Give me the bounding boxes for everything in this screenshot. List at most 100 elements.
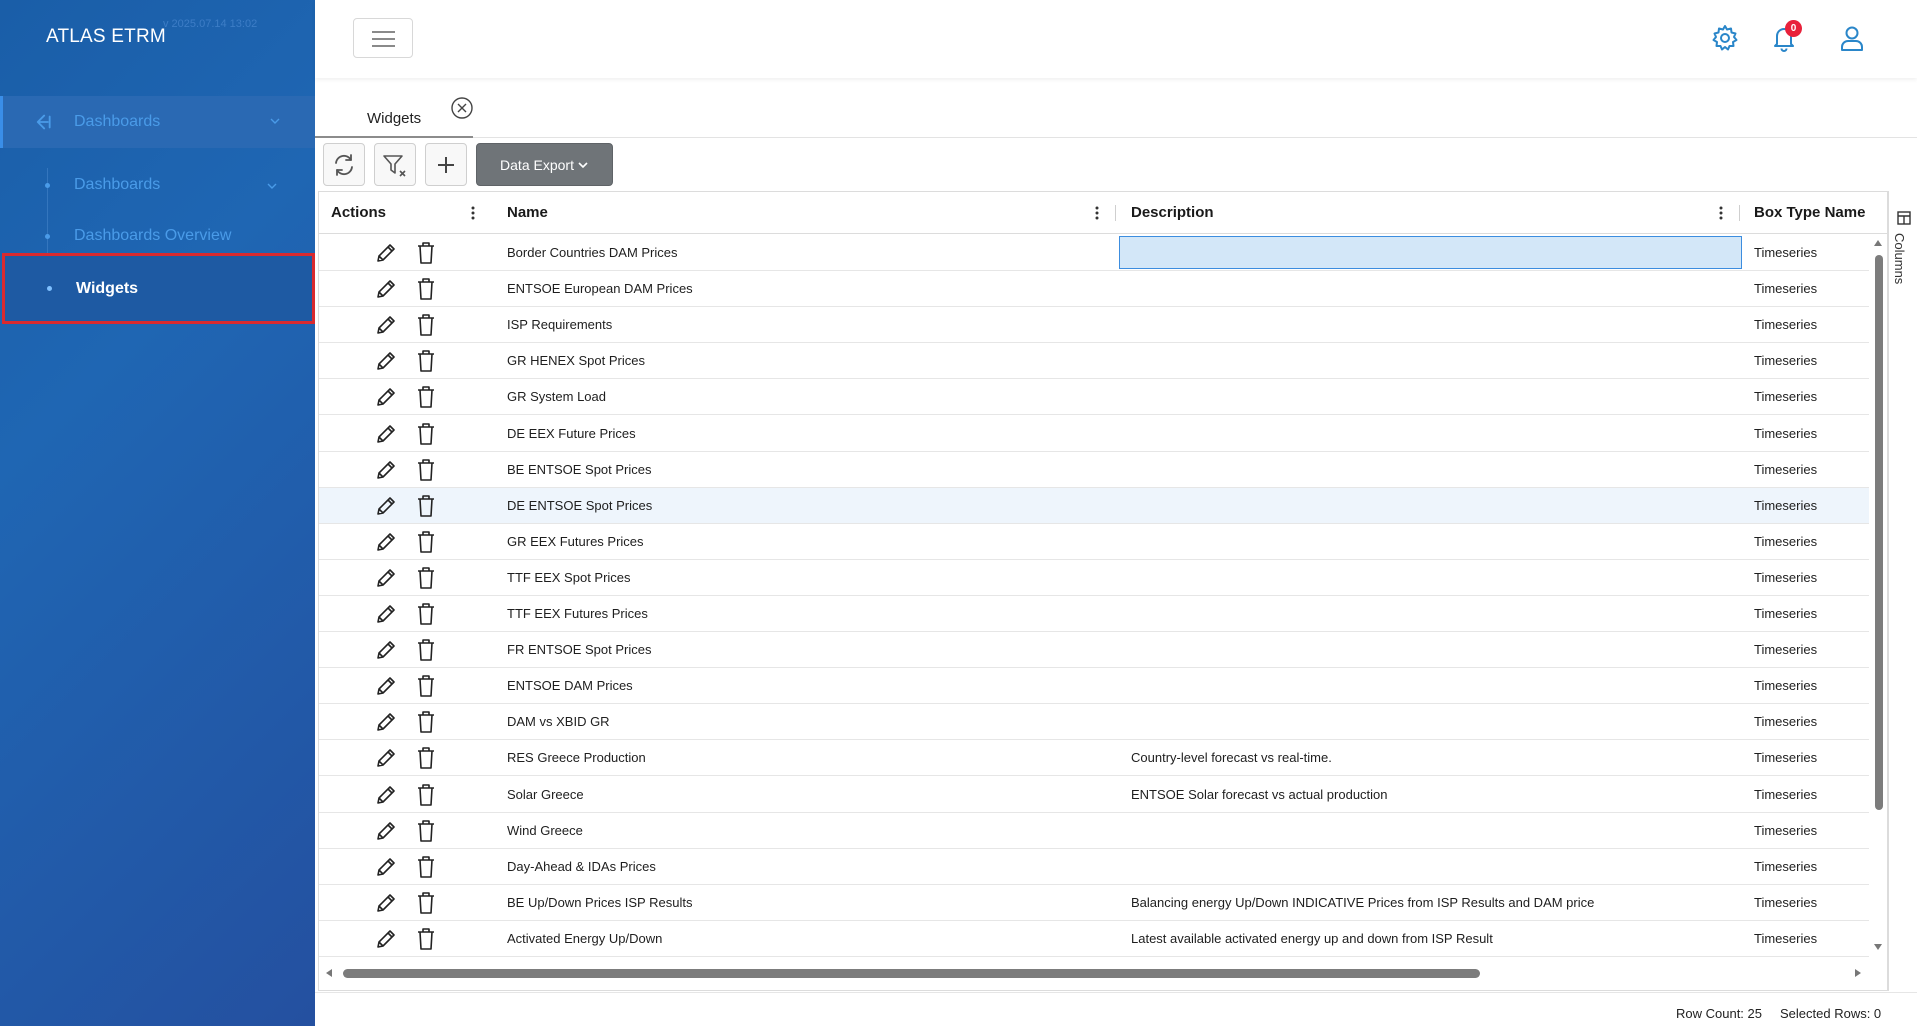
column-header-actions[interactable]: Actions (331, 192, 386, 234)
add-widget-button[interactable] (425, 143, 467, 186)
delete-trash-icon[interactable] (416, 313, 436, 337)
edit-pencil-icon[interactable] (374, 458, 398, 482)
sidebar-section-dashboards[interactable]: Dashboards (0, 96, 315, 148)
delete-trash-icon[interactable] (416, 385, 436, 409)
table-row[interactable]: Activated Energy Up/Down Latest available… (319, 921, 1869, 957)
table-row[interactable]: Border Countries DAM Prices Timeseries (319, 235, 1869, 271)
table-row[interactable]: TTF EEX Spot Prices Timeseries (319, 560, 1869, 596)
cell-name: TTF EEX Spot Prices (507, 569, 631, 585)
cell-box-type-name: Timeseries (1754, 389, 1818, 405)
edit-pencil-icon[interactable] (374, 385, 398, 409)
horizontal-scrollbar[interactable] (319, 962, 1869, 984)
table-row[interactable]: GR EEX Futures Prices Timeseries (319, 524, 1869, 560)
scroll-right-arrow-icon[interactable] (1854, 968, 1862, 978)
edit-pencil-icon[interactable] (374, 819, 398, 843)
cell-box-type-name: Timeseries (1754, 353, 1818, 369)
edit-pencil-icon[interactable] (374, 241, 398, 265)
table-row[interactable]: TTF EEX Futures Prices Timeseries (319, 596, 1869, 632)
delete-trash-icon[interactable] (416, 710, 436, 734)
vertical-scroll-thumb[interactable] (1875, 255, 1883, 810)
table-row[interactable]: FR ENTSOE Spot Prices Timeseries (319, 632, 1869, 669)
focused-description-cell[interactable] (1119, 236, 1742, 269)
edit-pencil-icon[interactable] (374, 530, 398, 554)
table-row[interactable]: DE ENTSOE Spot Prices Timeseries (319, 487, 1869, 524)
settings-gear-icon[interactable] (1710, 23, 1740, 53)
column-menu-icon[interactable] (471, 205, 475, 221)
delete-trash-icon[interactable] (416, 277, 436, 301)
table-row[interactable]: DE EEX Future Prices Timeseries (319, 416, 1869, 452)
table-row[interactable]: GR HENEX Spot Prices Timeseries (319, 343, 1869, 380)
delete-trash-icon[interactable] (416, 422, 436, 446)
edit-pencil-icon[interactable] (374, 746, 398, 770)
menu-toggle-button[interactable] (353, 18, 413, 58)
delete-trash-icon[interactable] (416, 349, 436, 373)
column-menu-icon[interactable] (1719, 205, 1723, 221)
edit-pencil-icon[interactable] (374, 422, 398, 446)
clear-filters-button[interactable] (374, 143, 416, 186)
table-row[interactable]: ENTSOE DAM Prices Timeseries (319, 668, 1869, 705)
delete-trash-icon[interactable] (416, 241, 436, 265)
table-row[interactable]: GR System Load Timeseries (319, 379, 1869, 416)
table-row[interactable]: ENTSOE European DAM Prices Timeseries (319, 271, 1869, 308)
edit-pencil-icon[interactable] (374, 313, 398, 337)
delete-trash-icon[interactable] (416, 458, 436, 482)
delete-trash-icon[interactable] (416, 819, 436, 843)
delete-trash-icon[interactable] (416, 746, 436, 770)
column-menu-icon[interactable] (1095, 205, 1099, 221)
column-header-name[interactable]: Name (507, 192, 548, 234)
delete-trash-icon[interactable] (416, 674, 436, 698)
edit-pencil-icon[interactable] (374, 277, 398, 301)
edit-pencil-icon[interactable] (374, 566, 398, 590)
delete-trash-icon[interactable] (416, 638, 436, 662)
cell-description: Latest available activated energy up and… (1131, 930, 1493, 946)
delete-trash-icon[interactable] (416, 891, 436, 915)
cell-name: ENTSOE European DAM Prices (507, 281, 693, 297)
edit-pencil-icon[interactable] (374, 674, 398, 698)
columns-side-panel[interactable]: Columns (1888, 191, 1917, 991)
scroll-left-arrow-icon[interactable] (325, 968, 333, 978)
refresh-button[interactable] (323, 143, 365, 186)
delete-trash-icon[interactable] (416, 783, 436, 807)
user-profile-icon[interactable] (1837, 23, 1867, 53)
column-resize-handle[interactable] (1739, 205, 1740, 221)
sidebar-item-dashboards-overview[interactable]: Dashboards Overview (0, 218, 315, 254)
column-resize-handle[interactable] (1115, 205, 1116, 221)
edit-pencil-icon[interactable] (374, 349, 398, 373)
edit-pencil-icon[interactable] (374, 710, 398, 734)
back-arrow-icon (36, 114, 51, 130)
delete-trash-icon[interactable] (416, 566, 436, 590)
edit-pencil-icon[interactable] (374, 638, 398, 662)
table-row[interactable]: BE Up/Down Prices ISP Results Balancing e… (319, 885, 1869, 921)
delete-trash-icon[interactable] (416, 602, 436, 626)
scroll-down-arrow-icon[interactable] (1873, 943, 1883, 951)
delete-trash-icon[interactable] (416, 494, 436, 518)
cell-box-type-name: Timeseries (1754, 461, 1818, 477)
close-tab-icon[interactable] (450, 96, 474, 120)
table-row[interactable]: BE ENTSOE Spot Prices Timeseries (319, 452, 1869, 488)
table-row[interactable]: ISP Requirements Timeseries (319, 307, 1869, 344)
horizontal-scroll-thumb[interactable] (343, 969, 1480, 978)
edit-pencil-icon[interactable] (374, 494, 398, 518)
table-row[interactable]: RES Greece Production Country-level forec… (319, 740, 1869, 777)
column-header-description[interactable]: Description (1131, 192, 1214, 234)
sidebar-item-dashboards[interactable]: Dashboards (0, 167, 315, 203)
edit-pencil-icon[interactable] (374, 927, 398, 951)
table-row[interactable]: Solar Greece ENTSOE Solar forecast vs act… (319, 777, 1869, 813)
sidebar: ATLAS ETRM v 2025.07.14 13:02 Dashboards… (0, 0, 315, 1026)
vertical-scrollbar[interactable] (1871, 235, 1885, 955)
edit-pencil-icon[interactable] (374, 855, 398, 879)
table-row[interactable]: DAM vs XBID GR Timeseries (319, 704, 1869, 741)
delete-trash-icon[interactable] (416, 855, 436, 879)
sidebar-item-widgets[interactable]: Widgets (2, 253, 315, 324)
scroll-up-arrow-icon[interactable] (1873, 239, 1883, 247)
edit-pencil-icon[interactable] (374, 783, 398, 807)
cell-name: GR EEX Futures Prices (507, 533, 644, 549)
table-row[interactable]: Wind Greece Timeseries (319, 813, 1869, 849)
delete-trash-icon[interactable] (416, 530, 436, 554)
edit-pencil-icon[interactable] (374, 891, 398, 915)
table-row[interactable]: Day-Ahead & IDAs Prices Timeseries (319, 849, 1869, 885)
edit-pencil-icon[interactable] (374, 602, 398, 626)
data-export-dropdown[interactable]: Data Export (476, 143, 613, 186)
delete-trash-icon[interactable] (416, 927, 436, 951)
column-header-box-type-name[interactable]: Box Type Name (1754, 192, 1865, 234)
